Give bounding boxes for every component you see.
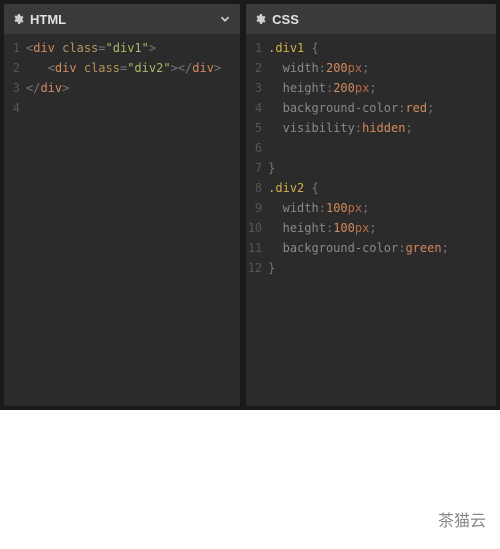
- code-line[interactable]: height:100px;: [268, 218, 496, 238]
- html-code-editor[interactable]: 1234 <div class="div1"> <div class="div2…: [4, 34, 240, 406]
- chevron-down-icon[interactable]: [218, 12, 232, 26]
- code-line[interactable]: <div class="div2"></div>: [26, 58, 240, 78]
- html-gutter: 1234: [4, 38, 26, 406]
- code-line[interactable]: .div2 {: [268, 178, 496, 198]
- code-line[interactable]: height:200px;: [268, 78, 496, 98]
- css-code-lines[interactable]: .div1 { width:200px; height:200px; backg…: [268, 38, 496, 406]
- gear-icon[interactable]: [254, 13, 266, 25]
- watermark: 茶猫云: [438, 507, 486, 531]
- css-pane: CSS 123456789101112 .div1 { width:200px;…: [246, 4, 496, 406]
- line-number: 9: [246, 198, 262, 218]
- code-line[interactable]: width:100px;: [268, 198, 496, 218]
- css-gutter: 123456789101112: [246, 38, 268, 406]
- line-number: 1: [246, 38, 262, 58]
- code-line[interactable]: <div class="div1">: [26, 38, 240, 58]
- html-pane: HTML 1234 <div class="div1"> <div class=…: [4, 4, 240, 406]
- gear-icon[interactable]: [12, 13, 24, 25]
- html-code-lines[interactable]: <div class="div1"> <div class="div2"></d…: [26, 38, 240, 406]
- line-number: 7: [246, 158, 262, 178]
- line-number: 8: [246, 178, 262, 198]
- code-line[interactable]: }: [268, 258, 496, 278]
- line-number: 11: [246, 238, 262, 258]
- line-number: 2: [246, 58, 262, 78]
- line-number: 3: [246, 78, 262, 98]
- css-pane-title: CSS: [272, 12, 488, 27]
- code-line[interactable]: .div1 {: [268, 38, 496, 58]
- line-number: 1: [4, 38, 20, 58]
- html-pane-title: HTML: [30, 12, 212, 27]
- code-line[interactable]: }: [268, 158, 496, 178]
- line-number: 4: [246, 98, 262, 118]
- code-line[interactable]: background-color:green;: [268, 238, 496, 258]
- css-code-editor[interactable]: 123456789101112 .div1 { width:200px; hei…: [246, 34, 496, 406]
- code-line[interactable]: [268, 138, 496, 158]
- line-number: 3: [4, 78, 20, 98]
- line-number: 6: [246, 138, 262, 158]
- code-line[interactable]: background-color:red;: [268, 98, 496, 118]
- code-line[interactable]: visibility:hidden;: [268, 118, 496, 138]
- html-pane-header: HTML: [4, 4, 240, 34]
- code-line[interactable]: </div>: [26, 78, 240, 98]
- line-number: 2: [4, 58, 20, 78]
- line-number: 12: [246, 258, 262, 278]
- editor-area: HTML 1234 <div class="div1"> <div class=…: [0, 0, 500, 410]
- line-number: 4: [4, 98, 20, 118]
- css-pane-header: CSS: [246, 4, 496, 34]
- line-number: 5: [246, 118, 262, 138]
- code-line[interactable]: width:200px;: [268, 58, 496, 78]
- line-number: 10: [246, 218, 262, 238]
- code-line[interactable]: [26, 98, 240, 118]
